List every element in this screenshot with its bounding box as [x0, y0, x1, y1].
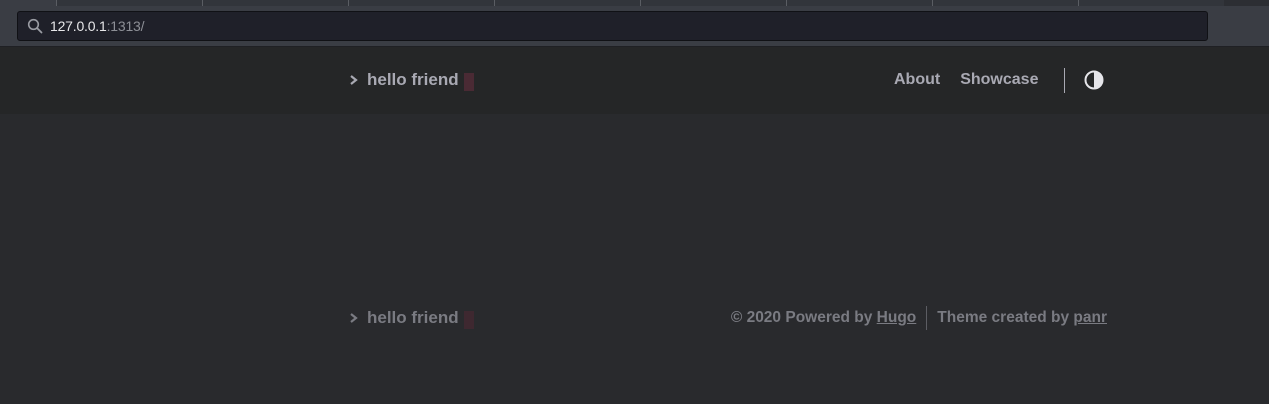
chevron-right-icon [349, 312, 359, 324]
browser-toolbar: 127.0.0.1:1313/ [0, 0, 1269, 47]
browser-tab[interactable] [1078, 0, 1224, 6]
site-logo[interactable]: hello friend [349, 68, 474, 92]
theme-credit-text: Theme created by [937, 309, 1070, 326]
url-host: 127.0.0.1 [50, 18, 107, 34]
url-text: 127.0.0.1:1313/ [50, 18, 145, 34]
copyright: © 2020 Powered by Hugo Theme created by … [731, 306, 1107, 330]
address-bar[interactable]: 127.0.0.1:1313/ [17, 11, 1208, 41]
url-port-path: :1313/ [106, 18, 145, 34]
site-footer: hello friend © 2020 Powered by Hugo Them… [0, 300, 1269, 335]
logo-cursor [463, 311, 474, 329]
browser-tab[interactable] [202, 0, 348, 6]
hugo-link[interactable]: Hugo [877, 309, 917, 327]
copyright-text: © 2020 Powered by [730, 309, 873, 326]
browser-tab[interactable] [0, 0, 56, 6]
footer-logo-text: hello friend [367, 308, 459, 327]
logo-text: hello friend [367, 70, 459, 89]
nav-item-about[interactable]: About [894, 71, 940, 89]
footer-divider [926, 306, 928, 330]
chevron-right-icon [349, 74, 359, 86]
logo-cursor [463, 73, 474, 91]
footer-logo[interactable]: hello friend [349, 306, 474, 330]
nav-divider [1064, 68, 1065, 93]
nav-item-showcase[interactable]: Showcase [960, 71, 1038, 89]
main-nav: About Showcase [894, 68, 1058, 92]
site-header: hello friend About Showcase [0, 47, 1269, 114]
theme-author-link[interactable]: panr [1073, 309, 1107, 327]
browser-tab[interactable] [640, 0, 786, 6]
browser-tab[interactable] [786, 0, 932, 6]
search-icon [26, 17, 44, 35]
browser-tab[interactable] [56, 0, 202, 6]
browser-tab[interactable] [348, 0, 494, 6]
browser-tab[interactable] [494, 0, 640, 6]
tab-strip [0, 0, 1269, 6]
theme-toggle-icon[interactable] [1083, 69, 1105, 91]
browser-tab[interactable] [932, 0, 1078, 6]
